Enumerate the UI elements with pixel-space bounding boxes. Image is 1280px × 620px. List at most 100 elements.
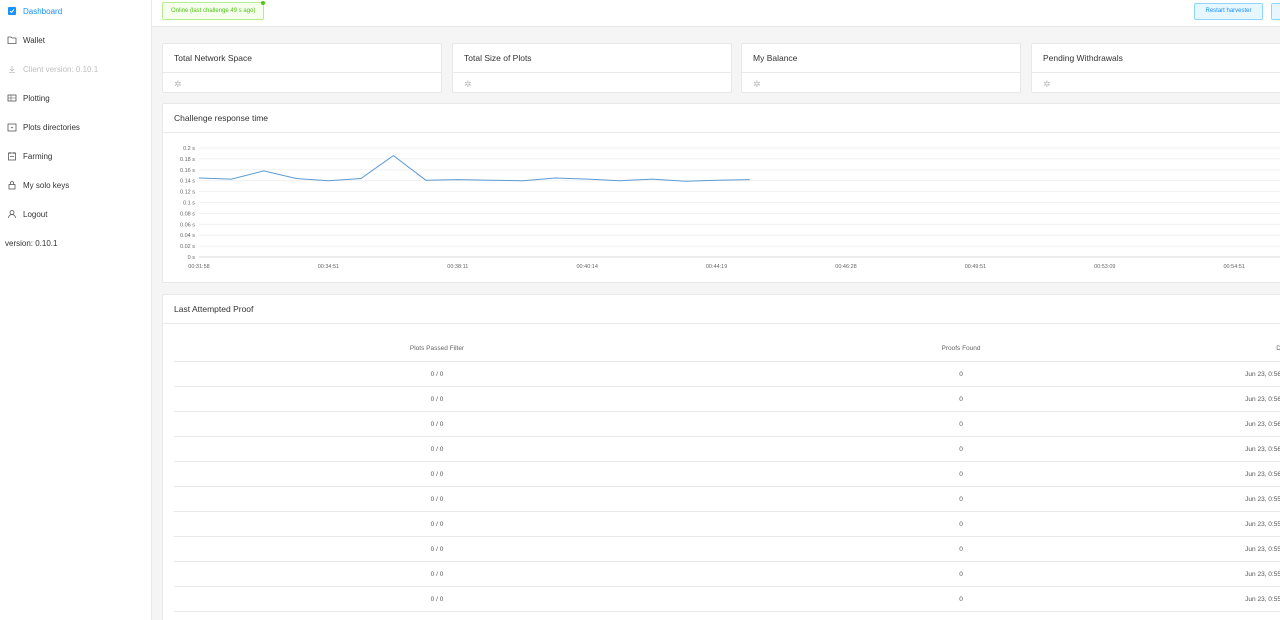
proof-panel: Last Attempted Proof Plots Passed Filter… <box>162 294 1280 620</box>
column-header-proofs-found: Proofs Found <box>941 344 981 352</box>
status-badge: Online (last challenge 49 s ago) <box>162 1 266 20</box>
folder-icon <box>7 122 17 132</box>
sidebar-item-plots-directories[interactable]: Plots directories <box>0 116 151 138</box>
x-tick-label: 00:31:58 <box>188 264 209 270</box>
sidebar-item-label: Client version: 0.10.1 <box>23 64 99 74</box>
loading-icon: ✲ <box>1043 79 1051 89</box>
download-icon <box>7 64 17 74</box>
sidebar-item-label: Dashboard <box>23 6 63 16</box>
challenge-response-chart: 0 s 0.02 s 0.04 s 0.06 s 0.08 s 0.1 s 0.12 s 0.… <box>180 146 1280 270</box>
cell-date: Jun 23, 0:55:13 <box>1222 612 1280 620</box>
user-icon <box>7 209 17 219</box>
stat-card-title: Total Network Space <box>163 44 441 73</box>
plotting-icon <box>7 93 17 103</box>
table-row: 0 / 0 0 Jun 23, 0:56:25 <box>174 412 1280 437</box>
x-tick-label: 00:40:14 <box>576 264 597 270</box>
y-tick-label: 0.14 s <box>180 179 195 185</box>
dashboard-icon <box>7 6 17 16</box>
app-version: version: 0.10.1 <box>5 239 58 248</box>
sidebar-item-plotting[interactable]: Plotting <box>0 87 151 109</box>
table-row: 0 / 0 0 Jun 23, 0:55:47 <box>174 512 1280 537</box>
header-extra-button[interactable] <box>1271 3 1280 20</box>
chart-title: Challenge response time <box>163 104 1280 133</box>
sidebar-item-label: Logout <box>23 209 48 219</box>
cell-plots-passed: 0 / 0 <box>430 520 444 528</box>
cell-date: Jun 23, 0:56:05 <box>1245 470 1280 478</box>
table-row: 0 / 0 0 Jun 23, 0:55:21 <box>174 587 1280 612</box>
farming-icon <box>7 151 17 161</box>
lock-icon <box>7 180 17 190</box>
y-tick-label: 0.16 s <box>180 168 195 174</box>
x-tick-label: 00:38:11 <box>447 264 468 270</box>
sidebar-item-wallet[interactable]: Wallet <box>0 29 151 51</box>
restart-harvester-button[interactable]: Restart harvester <box>1194 3 1263 20</box>
y-tick-label: 0 s <box>188 255 196 261</box>
stat-card-plots-size: Total Size of Plots ✲ <box>452 43 732 93</box>
cell-plots-passed: 0 / 0 <box>430 420 444 428</box>
cell-date: Jun 23, 0:55:56 <box>1245 495 1280 503</box>
cell-date: Jun 23, 0:55:47 <box>1245 520 1280 528</box>
sidebar-item-label: Farming <box>23 151 53 161</box>
y-tick-label: 0.2 s <box>183 146 195 152</box>
series-line <box>198 154 750 182</box>
table-row: 0 / 0 0 Jun 23, 0:56:44 <box>174 362 1280 387</box>
table-row: 0 / 0 0 Jun 23, 0:55:30 <box>174 562 1280 587</box>
cell-proofs-found: 0 <box>959 370 963 378</box>
table-row: 0 / 0 0 Jun 23, 0:55:39 <box>174 537 1280 562</box>
table-row: 0 / 0 0 Jun 23, 0:56:33 <box>174 387 1280 412</box>
x-tick-label: 00:53:09 <box>1094 264 1115 270</box>
cell-proofs-found: 0 <box>959 520 963 528</box>
y-tick-label: 0.08 s <box>180 211 195 217</box>
cell-plots-passed: 0 / 0 <box>430 370 444 378</box>
stat-card-pending-withdrawals: Pending Withdrawals ✲ <box>1031 43 1280 93</box>
sidebar-item-label: My solo keys <box>23 180 70 190</box>
cell-proofs-found: 0 <box>959 445 963 453</box>
proof-panel-title: Last Attempted Proof <box>163 295 1280 324</box>
cell-plots-passed: 0 / 0 <box>174 612 700 620</box>
cell-plots-passed: 0 / 0 <box>430 445 444 453</box>
cell-plots-passed: 0 / 0 <box>430 470 444 478</box>
sidebar-item-label: Plots directories <box>23 122 80 132</box>
cell-proofs-found: 0 <box>959 545 963 553</box>
loading-icon: ✲ <box>753 79 761 89</box>
header-bar: Online (last challenge 49 s ago) Restart… <box>152 0 1280 27</box>
y-tick-label: 0.02 s <box>180 244 195 250</box>
cell-date: Jun 23, 0:55:39 <box>1245 545 1280 553</box>
sidebar-item-logout[interactable]: Logout <box>0 203 151 225</box>
cell-date: Jun 23, 0:56:16 <box>1245 445 1280 453</box>
stat-card-title: My Balance <box>742 44 1020 73</box>
y-tick-label: 0.18 s <box>180 157 195 163</box>
x-tick-label: 00:54:51 <box>1223 264 1244 270</box>
sidebar-item-my-solo-keys[interactable]: My solo keys <box>0 174 151 196</box>
cell-plots-passed: 0 / 0 <box>430 545 444 553</box>
sidebar-item-farming[interactable]: Farming <box>0 145 151 167</box>
cell-proofs-found: 0 <box>959 570 963 578</box>
stat-card-title: Total Size of Plots <box>453 44 731 73</box>
cell-date: Jun 23, 0:55:30 <box>1245 570 1280 578</box>
cell-proofs-found: 0 <box>959 495 963 503</box>
proof-table: Plots Passed Filter Proofs Found Date 0 … <box>174 335 1280 620</box>
cell-plots-passed: 0 / 0 <box>430 495 444 503</box>
x-tick-label: 00:34:51 <box>318 264 339 270</box>
cell-proofs-found: 0 <box>959 595 963 603</box>
cell-date: Jun 23, 0:56:44 <box>1245 370 1280 378</box>
cell-date: Jun 23, 0:56:25 <box>1245 420 1280 428</box>
wallet-icon <box>7 35 17 45</box>
x-tick-label: 00:46:28 <box>835 264 856 270</box>
cell-proofs-found: 0 <box>959 420 963 428</box>
sidebar-item-dashboard[interactable]: Dashboard <box>0 0 151 22</box>
cell-date: Jun 23, 0:55:21 <box>1245 595 1280 603</box>
y-tick-label: 0.12 s <box>180 190 195 196</box>
x-tick-label: 00:49:51 <box>965 264 986 270</box>
cell-proofs-found: 0 <box>700 612 1222 620</box>
cell-date: Jun 23, 0:56:33 <box>1245 395 1280 403</box>
table-row: 0 / 00Jun 23, 0:55:13 <box>174 612 1280 620</box>
y-tick-label: 0.04 s <box>180 233 195 239</box>
y-tick-label: 0.06 s <box>180 222 195 228</box>
loading-icon: ✲ <box>174 79 182 89</box>
stat-card-network-space: Total Network Space ✲ <box>162 43 442 93</box>
main-content: Online (last challenge 49 s ago) Restart… <box>152 0 1280 620</box>
cell-plots-passed: 0 / 0 <box>430 395 444 403</box>
cell-proofs-found: 0 <box>959 470 963 478</box>
chart-panel: Challenge response time 0 s 0.02 s 0.04 s 0… <box>162 103 1280 283</box>
